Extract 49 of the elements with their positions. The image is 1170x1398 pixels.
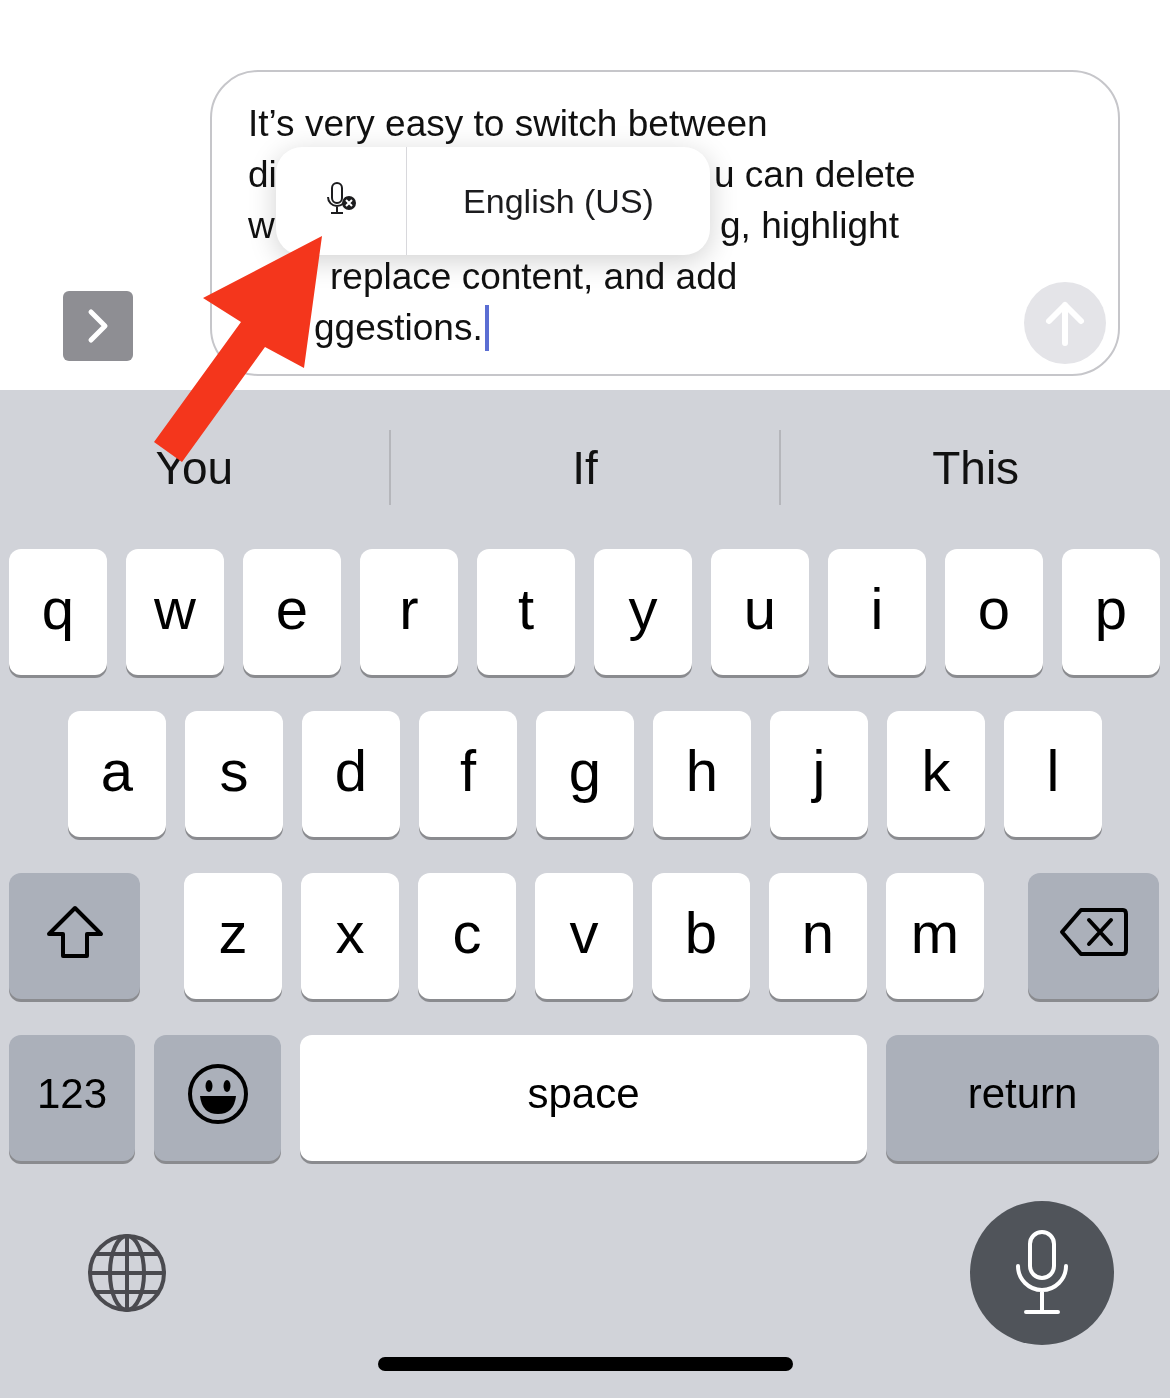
return-key[interactable]: return bbox=[886, 1035, 1159, 1161]
letter-key[interactable]: t bbox=[477, 549, 575, 675]
letter-key[interactable]: k bbox=[887, 711, 985, 837]
message-text: ggestions. bbox=[314, 306, 483, 350]
letter-key[interactable]: q bbox=[9, 549, 107, 675]
letter-key[interactable]: g bbox=[536, 711, 634, 837]
letter-key[interactable]: u bbox=[711, 549, 809, 675]
letter-key[interactable]: w bbox=[126, 549, 224, 675]
emoji-key[interactable] bbox=[154, 1035, 281, 1161]
letter-key[interactable]: d bbox=[302, 711, 400, 837]
delete-key[interactable] bbox=[1028, 873, 1159, 999]
numbers-key[interactable]: 123 bbox=[9, 1035, 135, 1161]
letter-key[interactable]: e bbox=[243, 549, 341, 675]
letter-key[interactable]: o bbox=[945, 549, 1043, 675]
letter-key[interactable]: l bbox=[1004, 711, 1102, 837]
globe-icon[interactable] bbox=[86, 1232, 168, 1314]
letter-key[interactable]: p bbox=[1062, 549, 1160, 675]
suggestion-item[interactable]: If bbox=[390, 430, 780, 505]
text-cursor bbox=[484, 304, 489, 351]
language-button[interactable]: English (US) bbox=[407, 147, 710, 255]
letter-key[interactable]: r bbox=[360, 549, 458, 675]
message-text: It’s very easy to switch between bbox=[248, 102, 768, 146]
letter-key[interactable]: m bbox=[886, 873, 984, 999]
backspace-icon bbox=[1058, 906, 1129, 958]
suggestion-item[interactable]: This bbox=[781, 430, 1170, 505]
letter-key[interactable]: y bbox=[594, 549, 692, 675]
message-text: g, highlight bbox=[720, 204, 899, 248]
suggestion-item[interactable]: You bbox=[0, 430, 389, 505]
space-key[interactable]: space bbox=[300, 1035, 867, 1161]
letter-key[interactable]: f bbox=[419, 711, 517, 837]
letter-key[interactable]: n bbox=[769, 873, 867, 999]
letter-key[interactable]: b bbox=[652, 873, 750, 999]
message-text: di bbox=[248, 153, 277, 197]
letter-key[interactable]: i bbox=[828, 549, 926, 675]
up-arrow-icon bbox=[1043, 299, 1087, 347]
letter-key[interactable]: x bbox=[301, 873, 399, 999]
letter-key[interactable]: j bbox=[770, 711, 868, 837]
letter-key[interactable]: s bbox=[185, 711, 283, 837]
letter-key[interactable]: c bbox=[418, 873, 516, 999]
message-text: u can delete bbox=[714, 153, 916, 197]
message-text: w bbox=[248, 204, 275, 248]
expand-button[interactable] bbox=[63, 291, 133, 361]
shift-key[interactable] bbox=[9, 873, 140, 999]
emoji-icon bbox=[185, 1062, 250, 1126]
letter-key[interactable]: h bbox=[653, 711, 751, 837]
letter-key[interactable]: v bbox=[535, 873, 633, 999]
letter-key[interactable]: z bbox=[184, 873, 282, 999]
letter-key[interactable]: a bbox=[68, 711, 166, 837]
message-text: replace content, and add bbox=[330, 255, 738, 299]
